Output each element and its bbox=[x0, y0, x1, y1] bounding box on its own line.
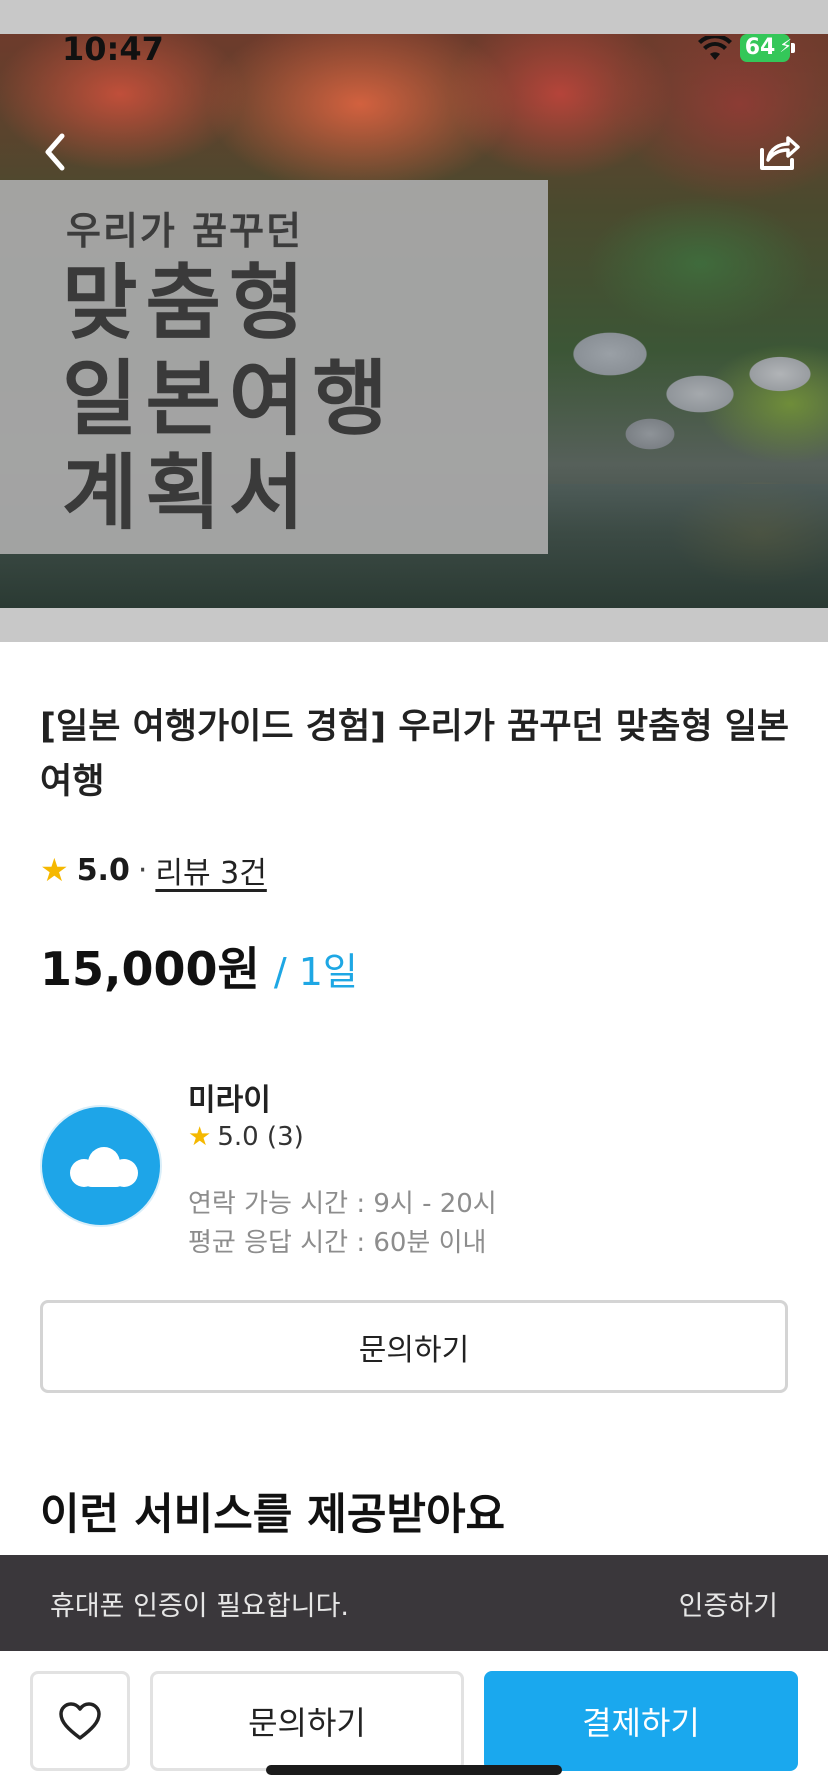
battery-tip bbox=[791, 43, 795, 53]
wifi-icon bbox=[698, 36, 732, 60]
back-button[interactable] bbox=[36, 128, 76, 176]
hero-title-line-1: 맞춤형 bbox=[62, 255, 313, 351]
price: 15,000원 bbox=[40, 942, 260, 996]
seller-rating: 5.0 (3) bbox=[217, 1122, 304, 1152]
price-unit: / 1일 bbox=[273, 950, 358, 994]
verify-message: 휴대폰 인증이 필요합니다. bbox=[50, 1590, 349, 1622]
product-rating-row: ★ 5.0 · 리뷰 3건 bbox=[40, 848, 267, 892]
status-time: 10:47 bbox=[62, 30, 164, 68]
seller-name[interactable]: 미라이 bbox=[188, 1075, 271, 1119]
product-rating: 5.0 bbox=[76, 852, 130, 888]
seller-inquire-button[interactable]: 문의하기 bbox=[40, 1300, 788, 1393]
battery-indicator: 64 bbox=[740, 33, 792, 62]
cloud-icon bbox=[70, 1147, 138, 1187]
seller-avatar[interactable] bbox=[40, 1105, 162, 1227]
reviews-link[interactable]: 리뷰 3건 bbox=[155, 848, 266, 892]
hero-subtitle: 우리가 꿈꾸던 bbox=[66, 208, 303, 253]
section-title: 이런 서비스를 제공받아요 bbox=[40, 1490, 506, 1540]
inquire-button[interactable]: 문의하기 bbox=[150, 1671, 464, 1771]
price-row: 15,000원 / 1일 bbox=[40, 933, 358, 999]
seller-avg-response: 평균 응답 시간 : 60분 이내 bbox=[188, 1228, 487, 1258]
hero-image: 우리가 꿈꾸던 맞춤형 일본여행 계획서 10:47 64 bbox=[0, 0, 828, 642]
share-button[interactable] bbox=[754, 128, 802, 176]
verify-button[interactable]: 인증하기 bbox=[679, 1584, 778, 1623]
star-icon: ★ bbox=[40, 851, 69, 889]
hero-title-line-2: 일본여행 bbox=[62, 351, 396, 447]
rocks-decoration bbox=[550, 294, 828, 464]
home-indicator bbox=[266, 1765, 562, 1775]
rating-separator: · bbox=[137, 852, 148, 888]
pay-button[interactable]: 결제하기 bbox=[484, 1671, 798, 1771]
seller-rating-row: ★ 5.0 (3) bbox=[188, 1122, 304, 1152]
star-icon: ★ bbox=[188, 1122, 212, 1152]
product-title: [일본 여행가이드 경험] 우리가 꿈꾸던 맞춤형 일본여행 bbox=[40, 707, 790, 802]
heart-icon bbox=[59, 1702, 101, 1740]
phone-verify-banner: 휴대폰 인증이 필요합니다. 인증하기 bbox=[0, 1555, 828, 1651]
like-button[interactable] bbox=[30, 1671, 130, 1771]
hero-title-line-3: 계획서 bbox=[62, 445, 313, 541]
seller-contact-hours: 연락 가능 시간 : 9시 - 20시 bbox=[188, 1189, 497, 1219]
